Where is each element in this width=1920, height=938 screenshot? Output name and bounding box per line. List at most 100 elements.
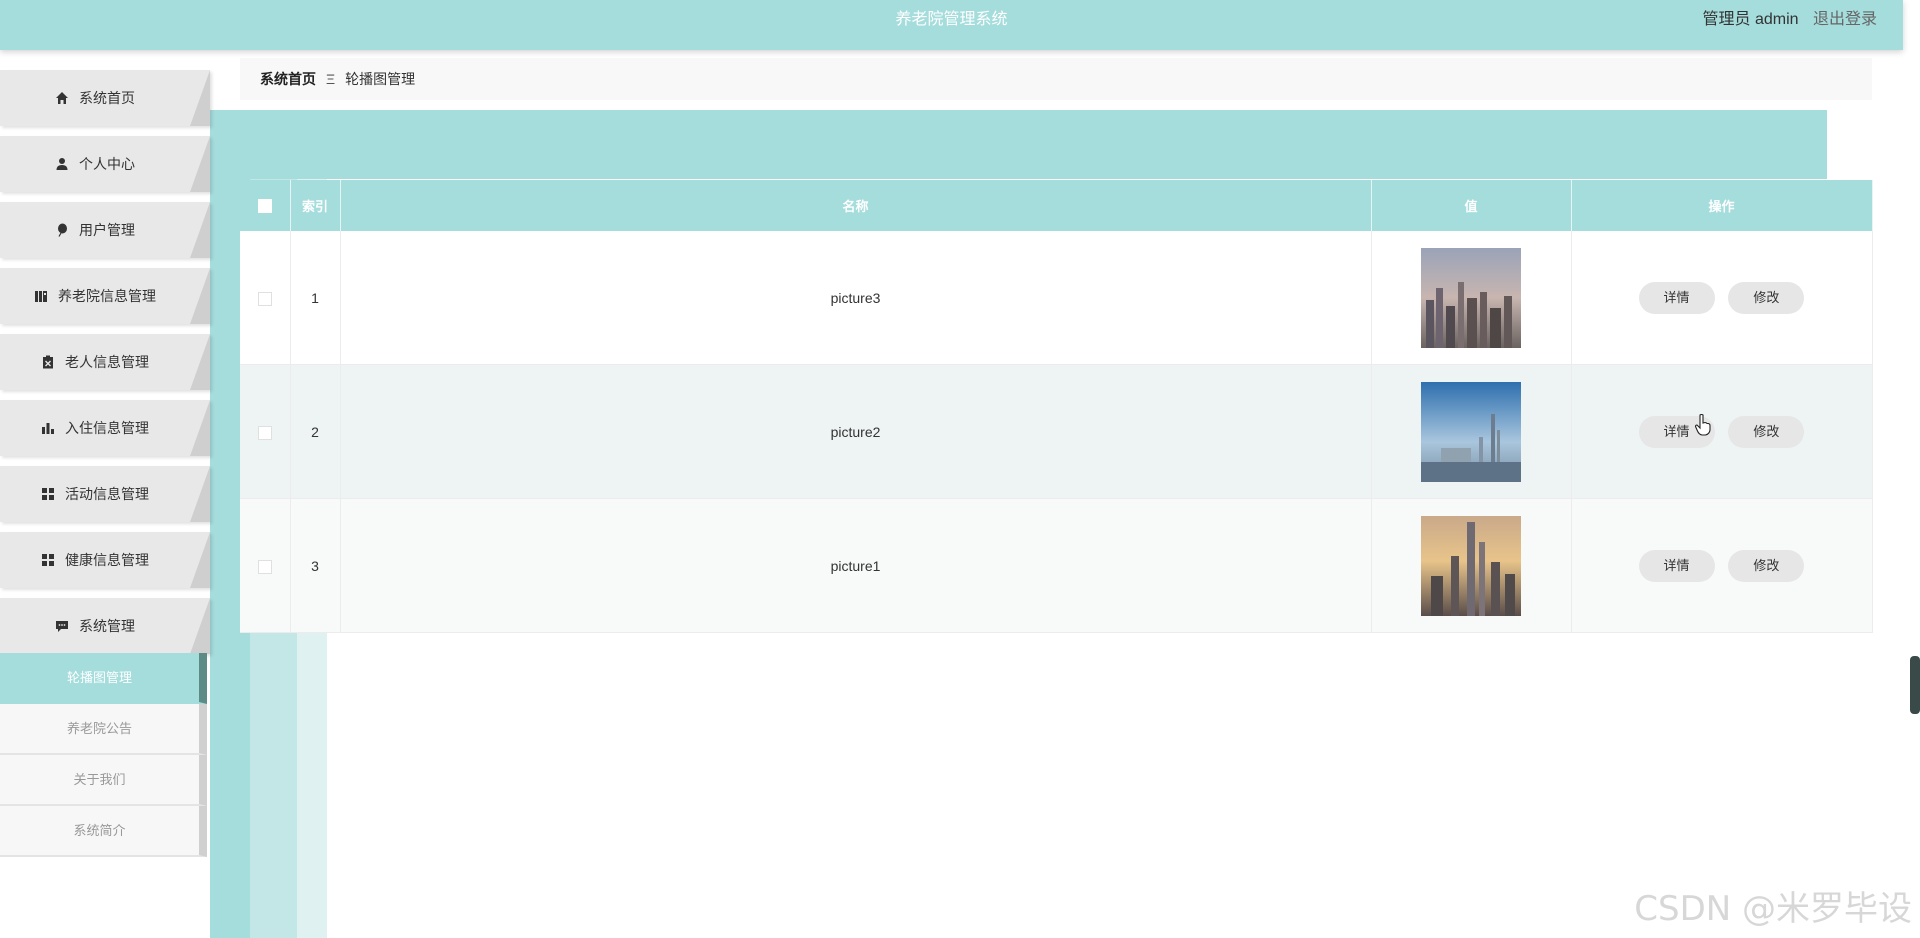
row-index: 3 [290, 498, 341, 633]
sidebar-item-content: 系统管理 [0, 598, 190, 654]
table-header-row: 索引 名称 值 操作 [240, 180, 1873, 231]
row-value-cell [1371, 498, 1572, 633]
row-actions: 详情 修改 [1571, 231, 1873, 365]
menu-item-tab [190, 334, 210, 390]
row-name: picture1 [340, 498, 1372, 633]
detail-button[interactable]: 详情 [1638, 281, 1715, 314]
sidebar-item-content: 养老院信息管理 [0, 268, 190, 324]
system-submenu: 轮播图管理 养老院公告 关于我们 系统简介 [0, 653, 207, 857]
sidebar-item-label: 活动信息管理 [65, 486, 149, 502]
balloon-icon [55, 223, 69, 237]
bar-chart-icon [41, 421, 55, 435]
book-icon [34, 289, 48, 303]
user-icon [55, 157, 69, 171]
home-icon [55, 91, 69, 105]
city-skyline-thumbnail [1421, 515, 1521, 616]
sidebar-item-profile[interactable]: 个人中心 [0, 136, 210, 192]
row-index: 1 [290, 231, 341, 365]
row-name: picture2 [340, 364, 1372, 499]
sidebar-item-label: 用户管理 [79, 222, 135, 238]
column-header-name: 名称 [340, 180, 1372, 231]
data-table: 索引 名称 值 操作 1 picture3 详情 修改 2 picture2 详… [240, 180, 1873, 633]
sidebar-item-content: 活动信息管理 [0, 466, 190, 522]
sidebar-item-content: 入住信息管理 [0, 400, 190, 456]
row-name: picture3 [340, 231, 1372, 365]
row-actions: 详情 修改 [1571, 364, 1873, 499]
sidebar-item-label: 养老院信息管理 [58, 288, 156, 304]
sidebar-item-system[interactable]: 系统管理 [0, 598, 210, 654]
sidebar-item-activity-info[interactable]: 活动信息管理 [0, 466, 210, 522]
sidebar-item-nursing-home-info[interactable]: 养老院信息管理 [0, 268, 210, 324]
edit-button[interactable]: 修改 [1728, 415, 1805, 448]
row-actions: 详情 修改 [1571, 498, 1873, 633]
chat-icon [55, 619, 69, 633]
menu-item-tab [190, 136, 210, 192]
submenu-item-about-us[interactable]: 关于我们 [0, 755, 207, 806]
content-banner [210, 110, 1827, 179]
sidebar-item-label: 个人中心 [79, 156, 135, 172]
current-user-label: 管理员 admin [1702, 11, 1799, 28]
sidebar-item-users[interactable]: 用户管理 [0, 202, 210, 258]
carousel-table: 索引 名称 值 操作 1 picture3 详情 修改 2 picture2 详… [240, 180, 1873, 633]
sidebar-item-content: 用户管理 [0, 202, 190, 258]
select-all-header [240, 180, 291, 231]
sidebar-item-label: 系统首页 [79, 90, 135, 106]
row-checkbox[interactable] [257, 425, 272, 440]
menu-item-tab [190, 532, 210, 588]
hand-cursor-icon [1694, 414, 1711, 436]
top-bar: 养老院管理系统 管理员 admin 退出登录 [0, 0, 1903, 50]
breadcrumb: 系统首页 Ξ 轮播图管理 [240, 58, 1872, 100]
city-skyline-thumbnail [1421, 247, 1521, 348]
menu-item-tab [190, 466, 210, 522]
sidebar-item-content: 系统首页 [0, 70, 190, 126]
app-title: 养老院管理系统 [895, 11, 1008, 28]
menu-item-tab [190, 400, 210, 456]
column-header-actions: 操作 [1571, 180, 1873, 231]
menu-item-tab [190, 70, 210, 126]
detail-button[interactable]: 详情 [1638, 549, 1715, 582]
breadcrumb-current: 轮播图管理 [345, 71, 416, 87]
sidebar-item-elderly-info[interactable]: 老人信息管理 [0, 334, 210, 390]
sidebar-item-health-info[interactable]: 健康信息管理 [0, 532, 210, 588]
top-user-area: 管理员 admin 退出登录 [1703, 0, 1878, 40]
sidebar-item-label: 健康信息管理 [65, 552, 149, 568]
select-all-checkbox[interactable] [257, 199, 272, 214]
submenu-item-announcement[interactable]: 养老院公告 [0, 704, 207, 755]
edit-button[interactable]: 修改 [1728, 549, 1805, 582]
grid-icon [41, 487, 55, 501]
watermark: CSDN @米罗毕设 [1634, 889, 1912, 929]
row-value-cell [1371, 231, 1572, 365]
breadcrumb-separator: Ξ [326, 71, 336, 87]
table-row: 1 picture3 详情 修改 [240, 231, 1873, 365]
grid-icon [41, 553, 55, 567]
table-row: 3 picture1 详情 修改 [240, 498, 1873, 633]
sidebar-item-home[interactable]: 系统首页 [0, 70, 210, 126]
sidebar-item-checkin-info[interactable]: 入住信息管理 [0, 400, 210, 456]
edit-button[interactable]: 修改 [1728, 281, 1805, 314]
row-index: 2 [290, 364, 341, 499]
submenu-item-carousel[interactable]: 轮播图管理 [0, 653, 207, 704]
column-header-index: 索引 [290, 180, 341, 231]
menu-item-tab [190, 268, 210, 324]
row-value-cell [1371, 364, 1572, 499]
row-select-cell [240, 364, 291, 499]
scrollbar-thumb[interactable] [1910, 656, 1920, 714]
row-select-cell [240, 498, 291, 633]
sidebar-item-content: 老人信息管理 [0, 334, 190, 390]
row-select-cell [240, 231, 291, 365]
breadcrumb-home-link[interactable]: 系统首页 [260, 69, 316, 89]
menu-item-tab [190, 202, 210, 258]
submenu-item-system-intro[interactable]: 系统简介 [0, 806, 207, 857]
logout-link[interactable]: 退出登录 [1813, 11, 1877, 28]
menu-item-tab [190, 598, 210, 654]
sidebar-item-label: 入住信息管理 [65, 420, 149, 436]
column-header-value: 值 [1371, 180, 1572, 231]
row-checkbox[interactable] [257, 559, 272, 574]
sidebar-item-content: 个人中心 [0, 136, 190, 192]
sidebar-item-label: 系统管理 [79, 618, 135, 634]
clipboard-icon [41, 355, 55, 369]
row-checkbox[interactable] [257, 291, 272, 306]
city-skyline-thumbnail [1421, 381, 1521, 482]
sidebar-item-label: 老人信息管理 [65, 354, 149, 370]
table-row: 2 picture2 详情 修改 [240, 364, 1873, 499]
